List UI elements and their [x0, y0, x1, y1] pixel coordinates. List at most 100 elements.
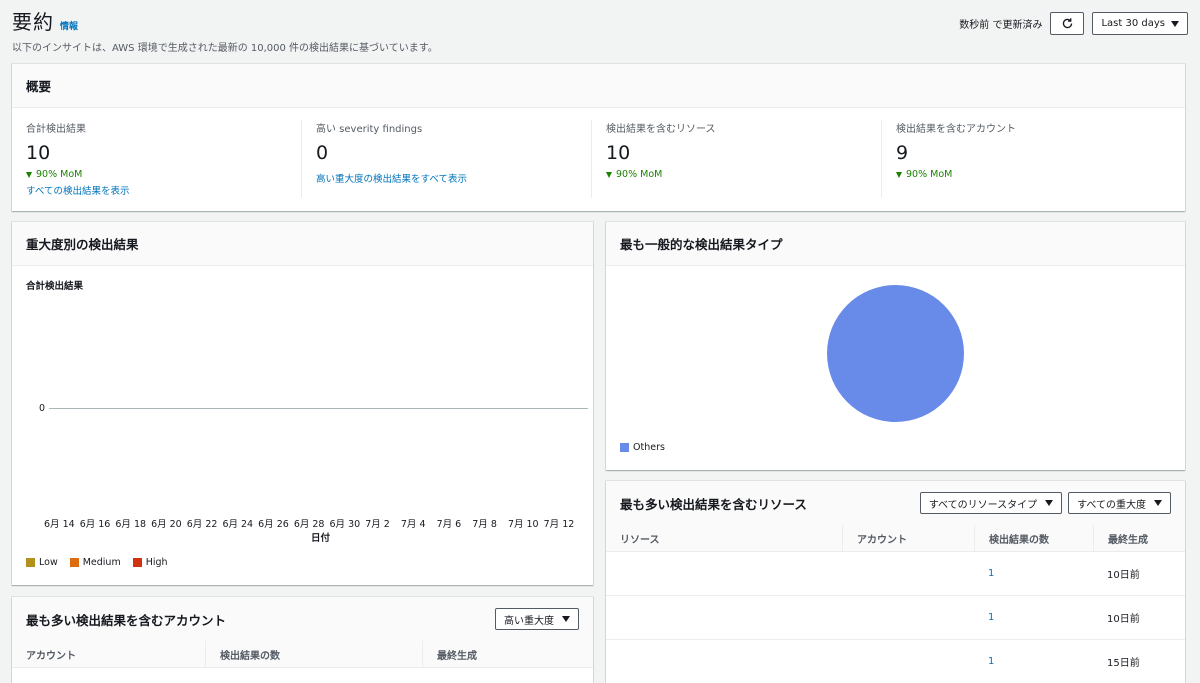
column-header[interactable]: アカウント: [12, 641, 205, 667]
stat-value: 0: [316, 142, 329, 164]
resource-type-filter[interactable]: すべてのリソースタイプ: [919, 492, 1063, 514]
severity-legend: Low Medium High: [26, 557, 168, 568]
legend-label: Low: [39, 557, 58, 568]
stat-label: 検出結果を含むリソース: [606, 124, 716, 135]
x-tick-label: 7月 10: [507, 519, 539, 530]
finding-types-card: 最も一般的な検出結果タイプ Others: [606, 222, 1185, 470]
x-axis-title: 日付: [311, 533, 331, 544]
x-tick-label: 6月 16: [79, 519, 111, 530]
severity-chart-title: 重大度別の検出結果: [26, 237, 139, 252]
table-row: 1 10日前: [606, 596, 1185, 640]
overview-high-findings: 高い severity findings 0 高い重大度の検出結果をすべて表示: [301, 120, 591, 198]
legend-swatch: [132, 558, 142, 567]
overview-total-findings: 合計検出結果 10 90% MoM すべての検出結果を表示: [26, 120, 301, 198]
legend-swatch: [620, 443, 629, 452]
legend-item-high[interactable]: High: [132, 557, 168, 568]
legend-label: High: [145, 557, 168, 568]
column-header[interactable]: 最終生成: [1093, 525, 1185, 551]
legend-swatch: [69, 558, 79, 567]
refresh-icon: [1062, 18, 1073, 29]
x-tick-label: 6月 30: [329, 519, 361, 530]
date-range-dropdown[interactable]: Last 30 days: [1092, 12, 1188, 35]
severity-filter[interactable]: すべての重大度: [1068, 492, 1171, 514]
count-link[interactable]: 1: [974, 612, 1093, 623]
legend-swatch: [26, 558, 35, 567]
mom-indicator: 90% MoM: [606, 169, 881, 180]
column-header[interactable]: 検出結果の数: [205, 641, 422, 667]
page-title: 要約: [12, 10, 54, 34]
column-header[interactable]: 検出結果の数: [974, 525, 1093, 551]
view-all-findings-link[interactable]: すべての検出結果を表示: [26, 183, 301, 197]
overview-card: 概要 合計検出結果 10 90% MoM すべての検出結果を表示 高い seve…: [12, 64, 1185, 211]
view-high-findings-link[interactable]: 高い重大度の検出結果をすべて表示: [316, 171, 591, 185]
page-header: 要約 情報 以下のインサイトは、AWS 環境で生成された最新の 10,000 件…: [12, 6, 1188, 56]
x-tick-label: 6月 20: [151, 519, 182, 530]
pie-legend: Others: [620, 442, 665, 453]
top-accounts-card: 最も多い検出結果を含むアカウント 高い重大度 アカウント 検出結果の数 最終生成: [12, 597, 593, 683]
page-subtitle: 以下のインサイトは、AWS 環境で生成された最新の 10,000 件の検出結果に…: [12, 43, 438, 54]
stat-value: 10: [26, 142, 51, 164]
column-header[interactable]: 最終生成: [422, 641, 593, 667]
legend-item-low[interactable]: Low: [26, 557, 58, 568]
last-generated: 10日前: [1107, 570, 1140, 581]
count-link[interactable]: 1: [974, 656, 1093, 667]
x-tick-label: 6月 26: [258, 519, 289, 530]
severity-chart-card: 重大度別の検出結果 合計検出結果 0 6月 14 6月 16 6月 18 6月 20 6…: [12, 222, 593, 585]
mom-text: 90% MoM: [616, 169, 663, 180]
x-tick-label: 6月 22: [186, 519, 218, 530]
top-accounts-title: 最も多い検出結果を含むアカウント: [26, 612, 227, 628]
severity-chart: 合計検出結果 0 6月 14 6月 16 6月 18 6月 20 6月 22 6月 24 6…: [12, 266, 593, 584]
x-tick-label: 6月 14: [44, 519, 75, 530]
mom-indicator: 90% MoM: [26, 169, 301, 180]
legend-item-medium[interactable]: Medium: [69, 557, 121, 568]
x-tick-label: 7月 4: [400, 519, 426, 530]
last-generated: 15日前: [1107, 658, 1140, 669]
table-row: 1 15日前: [606, 640, 1185, 683]
top-resources-card: 最も多い検出結果を含むリソース すべてのリソースタイプ すべての重大度 リソース…: [606, 481, 1185, 683]
pie-slice-others[interactable]: [827, 285, 964, 422]
y-tick-label: 0: [39, 403, 46, 414]
x-tick-label: 7月 6: [436, 519, 462, 530]
legend-label: Others: [633, 442, 665, 453]
trend-down-icon: [896, 171, 902, 178]
filter-label: すべてのリソースタイプ: [928, 499, 1038, 511]
x-axis-ticks: 6月 14 6月 16 6月 18 6月 20 6月 22 6月 24 6月 26 6月 28…: [44, 516, 579, 530]
table-row: 1 10日前: [606, 552, 1185, 596]
info-link[interactable]: 情報: [60, 19, 78, 32]
caret-down-icon: [1171, 20, 1179, 27]
legend-label: Medium: [82, 557, 121, 568]
overview-accounts: 検出結果を含むアカウント 9 90% MoM: [881, 120, 1171, 198]
x-tick-label: 7月 8: [472, 519, 497, 530]
accounts-severity-filter[interactable]: 高い重大度: [495, 608, 579, 630]
zero-baseline: [49, 408, 588, 409]
overview-title: 概要: [26, 79, 52, 94]
caret-down-icon: [1154, 500, 1162, 506]
filter-label: すべての重大度: [1077, 499, 1146, 511]
trend-down-icon: [606, 171, 612, 178]
x-tick-label: 6月 24: [222, 519, 254, 530]
stat-value: 9: [896, 142, 909, 164]
table-header: リソース アカウント 検出結果の数 最終生成: [606, 525, 1185, 552]
column-header[interactable]: リソース: [606, 525, 842, 551]
x-tick-label: 6月 28: [293, 519, 325, 530]
mom-text: 90% MoM: [906, 169, 953, 180]
refresh-button[interactable]: [1050, 12, 1085, 35]
count-link[interactable]: 1: [974, 568, 1093, 579]
table-header: アカウント 検出結果の数 最終生成: [12, 641, 593, 668]
stat-label: 高い severity findings: [316, 124, 423, 135]
x-tick-label: 6月 18: [115, 519, 147, 530]
top-resources-title: 最も多い検出結果を含むリソース: [620, 496, 807, 512]
trend-down-icon: [26, 171, 32, 178]
x-tick-label: 7月 12: [543, 519, 575, 530]
column-header[interactable]: アカウント: [842, 525, 974, 551]
stat-value: 10: [606, 142, 631, 164]
caret-down-icon: [1045, 500, 1054, 506]
overview-resources: 検出結果を含むリソース 10 90% MoM: [591, 120, 881, 198]
updated-status: 数秒前 で更新済み: [959, 20, 1043, 31]
x-tick-label: 7月 2: [365, 519, 390, 530]
date-range-label: Last 30 days: [1101, 18, 1165, 29]
y-axis-title: 合計検出結果: [26, 281, 84, 292]
mom-indicator: 90% MoM: [896, 169, 1171, 180]
last-generated: 10日前: [1107, 614, 1140, 625]
stat-label: 合計検出結果: [26, 124, 86, 135]
